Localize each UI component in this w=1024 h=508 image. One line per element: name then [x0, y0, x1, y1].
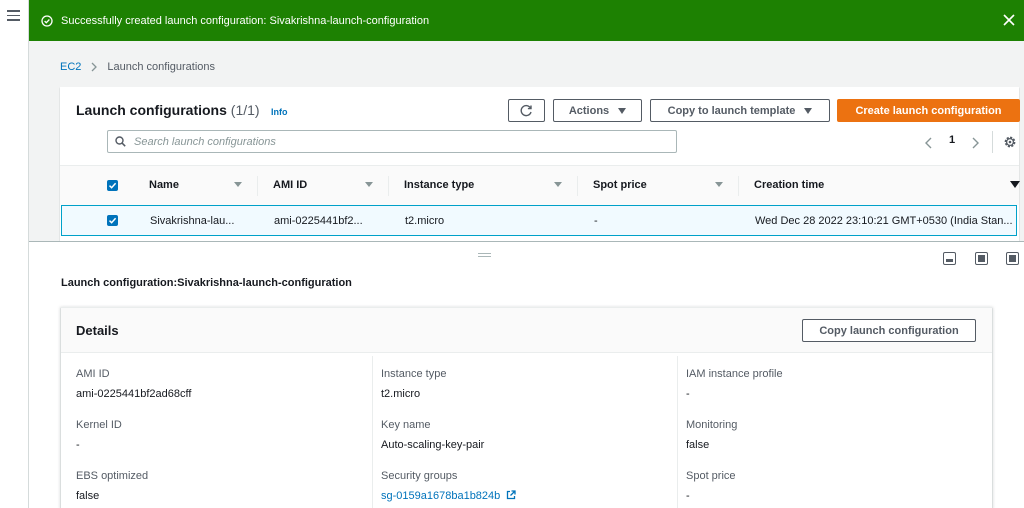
spot-price-label: Spot price — [686, 470, 736, 482]
panel-bottom-icon[interactable] — [943, 252, 956, 265]
caret-down-icon — [618, 107, 627, 114]
copy-to-launch-template-button[interactable]: Copy to launch template — [650, 99, 830, 122]
iam-profile-label: IAM instance profile — [686, 368, 783, 380]
list-view: EC2 Launch configurations Launch configu… — [29, 41, 1024, 241]
panel-side-icon[interactable] — [975, 252, 988, 265]
launch-configurations-table-panel: Launch configurations (1/1) Info Actions… — [60, 87, 1020, 241]
column-header-instance-type[interactable]: Instance type — [404, 179, 474, 191]
cell-spot-price: - — [594, 215, 598, 227]
pager-divider — [992, 131, 993, 153]
cell-name: Sivakrishna-lau... — [150, 215, 235, 227]
ebs-optimized-label: EBS optimized — [76, 470, 149, 482]
drag-handle-icon[interactable] — [478, 253, 491, 258]
split-panel: Launch configuration:Sivakrishna-launch-… — [29, 242, 1024, 508]
sort-descending-icon[interactable] — [1010, 181, 1020, 188]
column-header-ami-id[interactable]: AMI ID — [273, 179, 307, 191]
instance-type-value: t2.micro — [381, 388, 421, 400]
search-icon — [115, 136, 126, 147]
details-heading: Details — [76, 323, 119, 338]
create-launch-configuration-button[interactable]: Create launch configuration — [837, 99, 1020, 122]
row-checkbox[interactable] — [107, 215, 118, 226]
gear-icon[interactable] — [1003, 135, 1017, 149]
cell-ami-id: ami-0225441bf2... — [274, 215, 363, 227]
cell-creation-time: Wed Dec 28 2022 23:10:21 GMT+0530 (India… — [755, 215, 1013, 227]
search-input[interactable] — [134, 135, 664, 148]
table-row[interactable]: Sivakrishna-lau... ami-0225441bf2... t2.… — [61, 205, 1017, 236]
caret-down-icon — [804, 107, 813, 114]
key-name-label: Key name — [381, 419, 431, 431]
column-header-name[interactable]: Name — [149, 179, 179, 191]
spot-price-value: - — [686, 490, 690, 502]
panel-full-icon[interactable] — [1006, 252, 1019, 265]
kernel-id-value: - — [76, 439, 80, 451]
column-divider — [738, 176, 739, 196]
actions-dropdown-button[interactable]: Actions — [553, 99, 642, 122]
success-check-icon — [41, 14, 53, 27]
column-divider — [677, 356, 678, 508]
copy-template-label: Copy to launch template — [667, 104, 796, 117]
panel-title-text: Launch configurations — [76, 102, 227, 118]
chevron-right-icon — [91, 62, 98, 72]
iam-profile-value: - — [686, 388, 690, 400]
external-link-icon[interactable] — [506, 490, 516, 500]
column-header-spot-price[interactable]: Spot price — [593, 179, 647, 191]
column-divider — [257, 176, 258, 196]
monitoring-value: false — [686, 439, 710, 451]
kernel-id-label: Kernel ID — [76, 419, 122, 431]
column-divider — [388, 176, 389, 196]
actions-label: Actions — [568, 104, 610, 117]
detail-title: Launch configuration:Sivakrishna-launch-… — [61, 277, 352, 289]
chevron-right-icon[interactable] — [970, 135, 980, 151]
info-link[interactable]: Info — [271, 107, 288, 117]
page-number[interactable]: 1 — [949, 134, 955, 146]
column-divider — [372, 356, 373, 508]
flash-message: Successfully created launch configuratio… — [61, 14, 430, 27]
sort-caret-icon[interactable] — [234, 182, 242, 187]
panel-count: (1/1) — [230, 102, 260, 118]
cell-instance-type: t2.micro — [405, 215, 445, 227]
table-header: Name AMI ID Instance type Spot price Cre… — [60, 165, 1020, 205]
column-header-creation-time[interactable]: Creation time — [754, 179, 824, 191]
hamburger-icon[interactable] — [7, 10, 20, 21]
close-icon[interactable] — [1002, 13, 1016, 27]
key-name-value: Auto-scaling-key-pair — [381, 439, 485, 451]
monitoring-label: Monitoring — [686, 419, 738, 431]
refresh-icon — [520, 104, 532, 117]
security-group-link[interactable]: sg-0159a1678ba1b824b — [381, 490, 516, 502]
left-rail — [0, 0, 29, 508]
breadcrumb-current: Launch configurations — [107, 61, 216, 73]
ebs-optimized-value: false — [76, 490, 100, 502]
ami-id-label: AMI ID — [76, 368, 110, 380]
search-box — [107, 130, 677, 153]
details-header: Details Copy launch configuration — [61, 308, 992, 353]
refresh-button[interactable] — [508, 99, 545, 122]
details-container: Details Copy launch configuration AMI ID… — [61, 307, 992, 508]
copy-launch-configuration-button[interactable]: Copy launch configuration — [802, 319, 976, 342]
select-all-checkbox[interactable] — [107, 180, 118, 191]
success-flash-banner: Successfully created launch configuratio… — [29, 0, 1024, 41]
sort-caret-icon[interactable] — [365, 182, 373, 187]
sort-caret-icon[interactable] — [715, 182, 723, 187]
security-groups-label: Security groups — [381, 470, 458, 482]
breadcrumb: EC2 Launch configurations — [60, 61, 215, 73]
chevron-left-icon[interactable] — [924, 135, 934, 151]
breadcrumb-ec2-link[interactable]: EC2 — [60, 61, 81, 73]
instance-type-label: Instance type — [381, 368, 447, 380]
sort-caret-icon[interactable] — [554, 182, 562, 187]
panel-title: Launch configurations (1/1) — [76, 102, 260, 118]
ami-id-value: ami-0225441bf2ad68cff — [76, 388, 192, 400]
column-divider — [577, 176, 578, 196]
security-group-id[interactable]: sg-0159a1678ba1b824b — [381, 490, 500, 502]
